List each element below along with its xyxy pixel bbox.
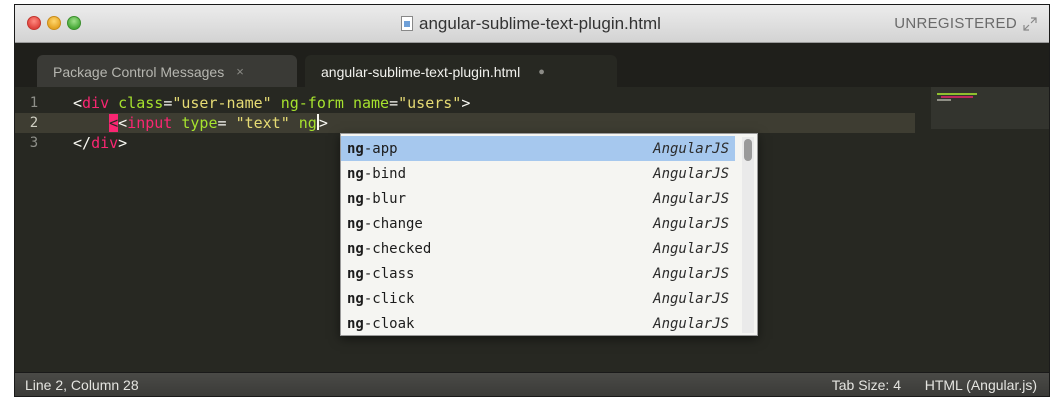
tab-label: Package Control Messages <box>53 63 225 80</box>
completion-text: -cloak <box>363 315 415 332</box>
scrollbar-thumb[interactable] <box>744 139 752 161</box>
code-token: "text" <box>235 114 290 132</box>
code-token: < <box>73 94 83 112</box>
fullscreen-icon[interactable] <box>1023 17 1037 31</box>
completion-text: -checked <box>363 240 432 257</box>
completion-text: -class <box>363 265 415 282</box>
code-token: div <box>82 94 110 112</box>
code-token: = <box>389 94 399 112</box>
code-token: > <box>461 94 471 112</box>
autocomplete-item[interactable]: ng -change AngularJS <box>341 211 735 236</box>
tab-package-control-messages[interactable]: Package Control Messages × <box>37 55 297 88</box>
window-title: angular-sublime-text-plugin.html <box>419 14 661 33</box>
tab-label: angular-sublime-text-plugin.html <box>321 63 521 80</box>
tab-angular-sublime-text-plugin[interactable]: angular-sublime-text-plugin.html ● <box>305 55 617 88</box>
code-token: </ <box>73 134 92 152</box>
code-token: < <box>118 114 128 132</box>
code-token: name <box>352 94 390 112</box>
code-line[interactable]: <<input type= "text" ng > <box>73 114 328 132</box>
syntax-selector[interactable]: HTML (Angular.js) <box>925 377 1037 393</box>
autocomplete-item[interactable]: ng -class AngularJS <box>341 261 735 286</box>
autocomplete-scrollbar[interactable] <box>742 137 754 333</box>
autocomplete-item[interactable]: ng -bind AngularJS <box>341 161 735 186</box>
completion-text: -change <box>363 215 423 232</box>
line-number: 2 <box>15 113 53 133</box>
code-token: ng-form <box>280 94 344 112</box>
status-bar: Line 2, Column 28 Tab Size: 4 HTML (Angu… <box>15 372 1049 396</box>
code-token: = <box>217 114 236 132</box>
autocomplete-item[interactable]: ng -cloak AngularJS <box>341 311 735 336</box>
autocomplete-popup: ng -app AngularJS ng -bind AngularJS ng -blur An… <box>340 133 758 336</box>
completion-prefix: ng <box>347 265 364 282</box>
completion-source: AngularJS <box>653 265 729 282</box>
line-number: 1 <box>29 95 39 111</box>
autocomplete-item[interactable]: ng -app AngularJS <box>341 136 735 161</box>
autocomplete-item[interactable]: ng -checked AngularJS <box>341 236 735 261</box>
tab-close-icon[interactable]: × <box>236 64 244 79</box>
editor-window: angular-sublime-text-plugin.html UNREGIS… <box>14 4 1050 397</box>
code-token: < <box>109 114 119 132</box>
autocomplete-item[interactable]: ng -click AngularJS <box>341 286 735 311</box>
completion-source: AngularJS <box>653 215 729 232</box>
line-number: 3 <box>29 135 39 151</box>
code-token: input <box>127 114 173 132</box>
tab-size-selector[interactable]: Tab Size: 4 <box>832 377 901 393</box>
completion-source: AngularJS <box>653 240 729 257</box>
completion-prefix: ng <box>347 315 364 332</box>
completion-source: AngularJS <box>653 165 729 182</box>
code-token: "users" <box>398 94 462 112</box>
cursor-position: Line 2, Column 28 <box>25 377 139 393</box>
completion-text: -blur <box>363 190 407 207</box>
completion-prefix: ng <box>347 290 364 307</box>
unsaved-dot-icon[interactable]: ● <box>538 66 545 78</box>
code-token: > <box>118 134 128 152</box>
completion-prefix: ng <box>347 240 364 257</box>
completion-source: AngularJS <box>653 190 729 207</box>
autocomplete-item[interactable]: ng -blur AngularJS <box>341 186 735 211</box>
code-token: ng <box>298 114 317 132</box>
completion-text: -bind <box>363 165 407 182</box>
completion-prefix: ng <box>347 190 364 207</box>
document-icon <box>401 16 413 31</box>
zoom-window-button[interactable] <box>67 16 81 30</box>
minimize-window-button[interactable] <box>47 16 61 30</box>
unregistered-label: UNREGISTERED <box>894 15 1017 32</box>
completion-source: AngularJS <box>653 140 729 157</box>
completion-prefix: ng <box>347 165 364 182</box>
tab-bar: Package Control Messages × angular-subli… <box>15 43 1049 88</box>
code-token: "user-name" <box>172 94 272 112</box>
code-line[interactable]: <div class="user-name" ng-form name="use… <box>73 94 470 112</box>
completion-source: AngularJS <box>653 290 729 307</box>
code-token: = <box>163 94 173 112</box>
completion-text: -click <box>363 290 415 307</box>
completion-text: -app <box>363 140 398 157</box>
code-token: type <box>181 114 218 132</box>
completion-source: AngularJS <box>653 315 729 332</box>
code-token: > <box>318 114 328 132</box>
code-token: class <box>118 94 164 112</box>
completion-prefix: ng <box>347 140 364 157</box>
code-token: div <box>91 134 119 152</box>
code-line[interactable]: </div> <box>73 134 127 152</box>
minimap[interactable] <box>931 87 1049 129</box>
close-window-button[interactable] <box>27 16 41 30</box>
title-bar: angular-sublime-text-plugin.html UNREGIS… <box>15 5 1049 43</box>
completion-prefix: ng <box>347 215 364 232</box>
